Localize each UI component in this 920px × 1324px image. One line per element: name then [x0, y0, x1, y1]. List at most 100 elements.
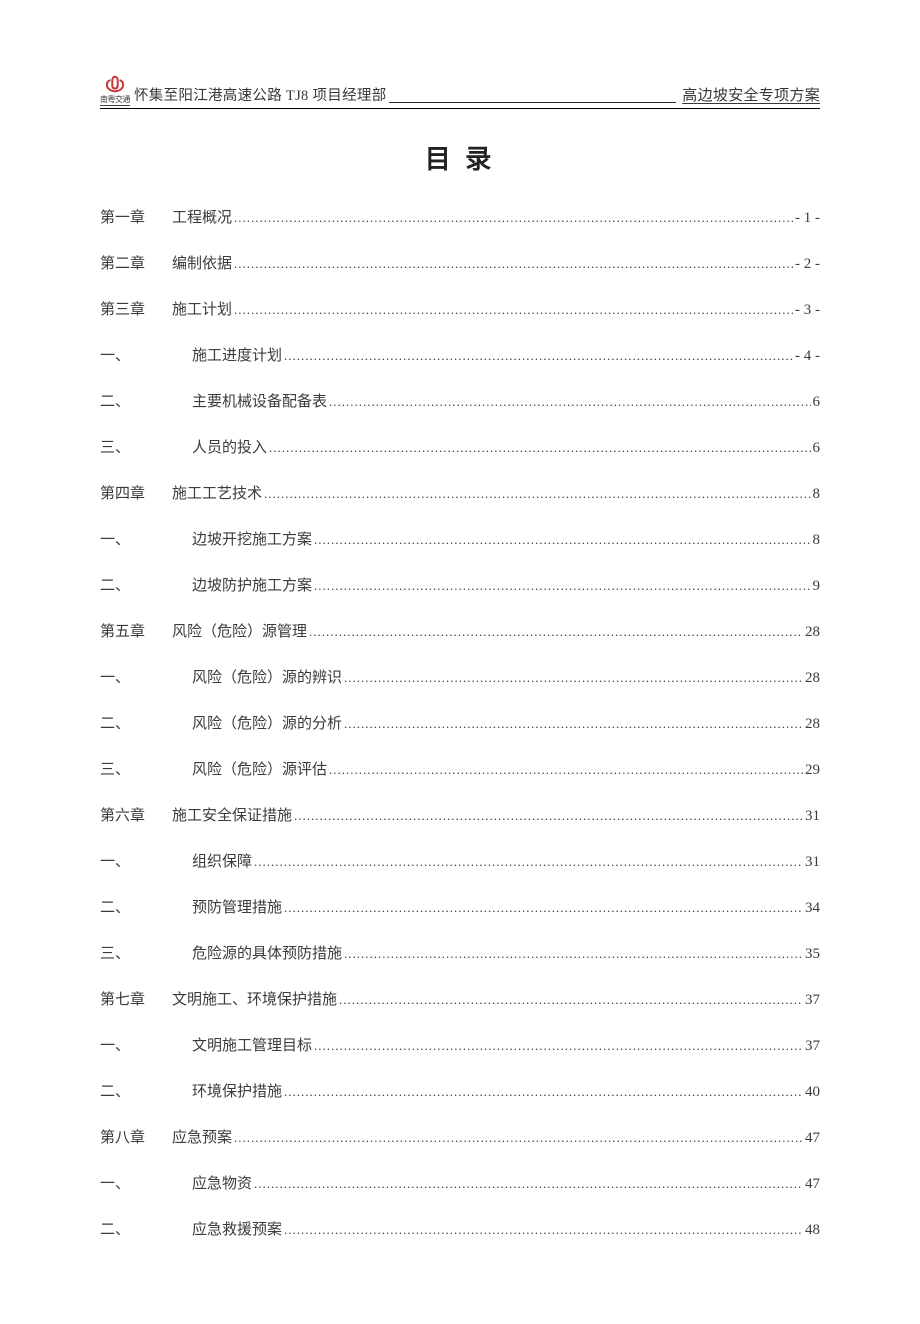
- toc-entry-label: 工程概况: [172, 206, 232, 227]
- toc-dot-leader: [309, 624, 803, 641]
- toc-entry-prefix: 第一章: [100, 206, 172, 227]
- toc-entry-label: 文明施工、环境保护措施: [172, 988, 337, 1009]
- toc-entry-page: 37: [805, 992, 820, 1009]
- toc-entry-label: 应急预案: [172, 1126, 232, 1147]
- toc-entry-page: 40: [805, 1084, 820, 1101]
- toc-entry-page: 8: [813, 532, 821, 549]
- toc-entry-page: 47: [805, 1176, 820, 1193]
- toc-entry: 二、风险（危险）源的分析28: [100, 712, 820, 733]
- toc-entry-page: - 4 -: [795, 348, 820, 365]
- header-document-title: 高边坡安全专项方案: [682, 84, 820, 106]
- toc-entry: 一、文明施工管理目标37: [100, 1034, 820, 1055]
- toc-title: 目 录: [100, 139, 820, 176]
- toc-entry-page: - 2 -: [795, 256, 820, 273]
- toc-entry-label: 风险（危险）源的辨识: [192, 666, 342, 687]
- toc-dot-leader: [329, 394, 810, 411]
- header-divider: [389, 102, 677, 103]
- toc-entry-prefix: 二、: [100, 1080, 192, 1101]
- toc-entry-page: 6: [813, 440, 821, 457]
- toc-entry-label: 预防管理措施: [192, 896, 282, 917]
- toc-entry: 第七章文明施工、环境保护措施 37: [100, 988, 820, 1009]
- company-logo: 南粤交通: [100, 75, 130, 106]
- toc-entry-prefix: 一、: [100, 528, 192, 549]
- toc-entry-label: 施工安全保证措施: [172, 804, 292, 825]
- toc-entry: 一、组织保障31: [100, 850, 820, 871]
- toc-entry-page: 28: [805, 670, 820, 687]
- toc-entry: 一、施工进度计划 - 4 -: [100, 344, 820, 365]
- toc-entry-label: 主要机械设备配备表: [192, 390, 327, 411]
- toc-entry: 第一章工程概况 - 1 -: [100, 206, 820, 227]
- toc-entry: 一、应急物资47: [100, 1172, 820, 1193]
- toc-dot-leader: [284, 348, 793, 365]
- toc-entry-label: 施工工艺技术: [172, 482, 262, 503]
- toc-entry-prefix: 二、: [100, 1218, 192, 1239]
- toc-entry-page: 47: [805, 1130, 820, 1147]
- toc-entry-label: 施工进度计划: [192, 344, 282, 365]
- toc-entry-page: 6: [813, 394, 821, 411]
- toc-entry: 第六章施工安全保证措施31: [100, 804, 820, 825]
- toc-dot-leader: [314, 532, 810, 549]
- toc-entry-label: 危险源的具体预防措施: [192, 942, 342, 963]
- toc-dot-leader: [339, 992, 803, 1009]
- toc-entry: 第三章施工计划 - 3 -: [100, 298, 820, 319]
- toc-entry-label: 编制依据: [172, 252, 232, 273]
- toc-entry-page: 28: [805, 624, 820, 641]
- toc-entry-page: 28: [805, 716, 820, 733]
- toc-entry-prefix: 一、: [100, 1034, 192, 1055]
- toc-entry-label: 边坡开挖施工方案: [192, 528, 312, 549]
- toc-entry: 第四章施工工艺技术 8: [100, 482, 820, 503]
- toc-list: 第一章工程概况- 1 -第二章编制依据- 2 -第三章施工计划- 3 -一、施工…: [100, 206, 820, 1239]
- toc-dot-leader: [234, 302, 793, 319]
- toc-dot-leader: [284, 1084, 803, 1101]
- toc-entry-prefix: 三、: [100, 436, 192, 457]
- toc-entry: 一、风险（危险）源的辨识28: [100, 666, 820, 687]
- toc-entry-page: 9: [813, 578, 821, 595]
- toc-entry-label: 风险（危险）源的分析: [192, 712, 342, 733]
- page-header: 南粤交通 怀集至阳江港高速公路 TJ8 项目经理部 高边坡安全专项方案: [100, 75, 820, 109]
- header-left: 南粤交通 怀集至阳江港高速公路 TJ8 项目经理部: [100, 75, 387, 106]
- toc-dot-leader: [344, 670, 803, 687]
- toc-dot-leader: [264, 486, 810, 503]
- toc-entry-prefix: 二、: [100, 574, 192, 595]
- toc-entry-prefix: 第八章: [100, 1126, 172, 1147]
- toc-entry: 三、人员的投入 6: [100, 436, 820, 457]
- toc-dot-leader: [344, 716, 803, 733]
- toc-entry-prefix: 一、: [100, 850, 192, 871]
- toc-entry-label: 风险（危险）源管理: [172, 620, 307, 641]
- toc-entry-label: 环境保护措施: [192, 1080, 282, 1101]
- toc-entry-page: - 3 -: [795, 302, 820, 319]
- toc-entry-page: - 1 -: [795, 210, 820, 227]
- toc-dot-leader: [234, 210, 793, 227]
- toc-entry: 二、边坡防护施工方案 9: [100, 574, 820, 595]
- toc-entry-prefix: 一、: [100, 344, 192, 365]
- toc-entry: 一、边坡开挖施工方案 8: [100, 528, 820, 549]
- toc-dot-leader: [344, 946, 803, 963]
- toc-entry: 二、环境保护措施 40: [100, 1080, 820, 1101]
- toc-entry-page: 34: [805, 900, 820, 917]
- toc-entry-prefix: 第二章: [100, 252, 172, 273]
- toc-entry-label: 应急救援预案: [192, 1218, 282, 1239]
- toc-entry-prefix: 第五章: [100, 620, 172, 641]
- toc-entry: 二、主要机械设备配备表6: [100, 390, 820, 411]
- toc-entry: 第二章编制依据 - 2 -: [100, 252, 820, 273]
- toc-entry: 三、风险（危险）源评估29: [100, 758, 820, 779]
- toc-entry-page: 48: [805, 1222, 820, 1239]
- toc-entry-prefix: 一、: [100, 1172, 192, 1193]
- toc-entry-prefix: 第四章: [100, 482, 172, 503]
- toc-dot-leader: [234, 256, 793, 273]
- toc-entry-prefix: 第三章: [100, 298, 172, 319]
- toc-entry-page: 37: [805, 1038, 820, 1055]
- toc-dot-leader: [329, 762, 803, 779]
- toc-dot-leader: [294, 808, 803, 825]
- toc-entry-page: 8: [813, 486, 821, 503]
- toc-entry: 二、应急救援预案 48: [100, 1218, 820, 1239]
- toc-dot-leader: [269, 440, 810, 457]
- toc-entry: 二、预防管理措施34: [100, 896, 820, 917]
- toc-entry-label: 人员的投入: [192, 436, 267, 457]
- toc-dot-leader: [254, 1176, 803, 1193]
- toc-entry-prefix: 第七章: [100, 988, 172, 1009]
- toc-entry-label: 边坡防护施工方案: [192, 574, 312, 595]
- toc-entry-label: 组织保障: [192, 850, 252, 871]
- toc-entry-label: 施工计划: [172, 298, 232, 319]
- toc-entry-page: 29: [805, 762, 820, 779]
